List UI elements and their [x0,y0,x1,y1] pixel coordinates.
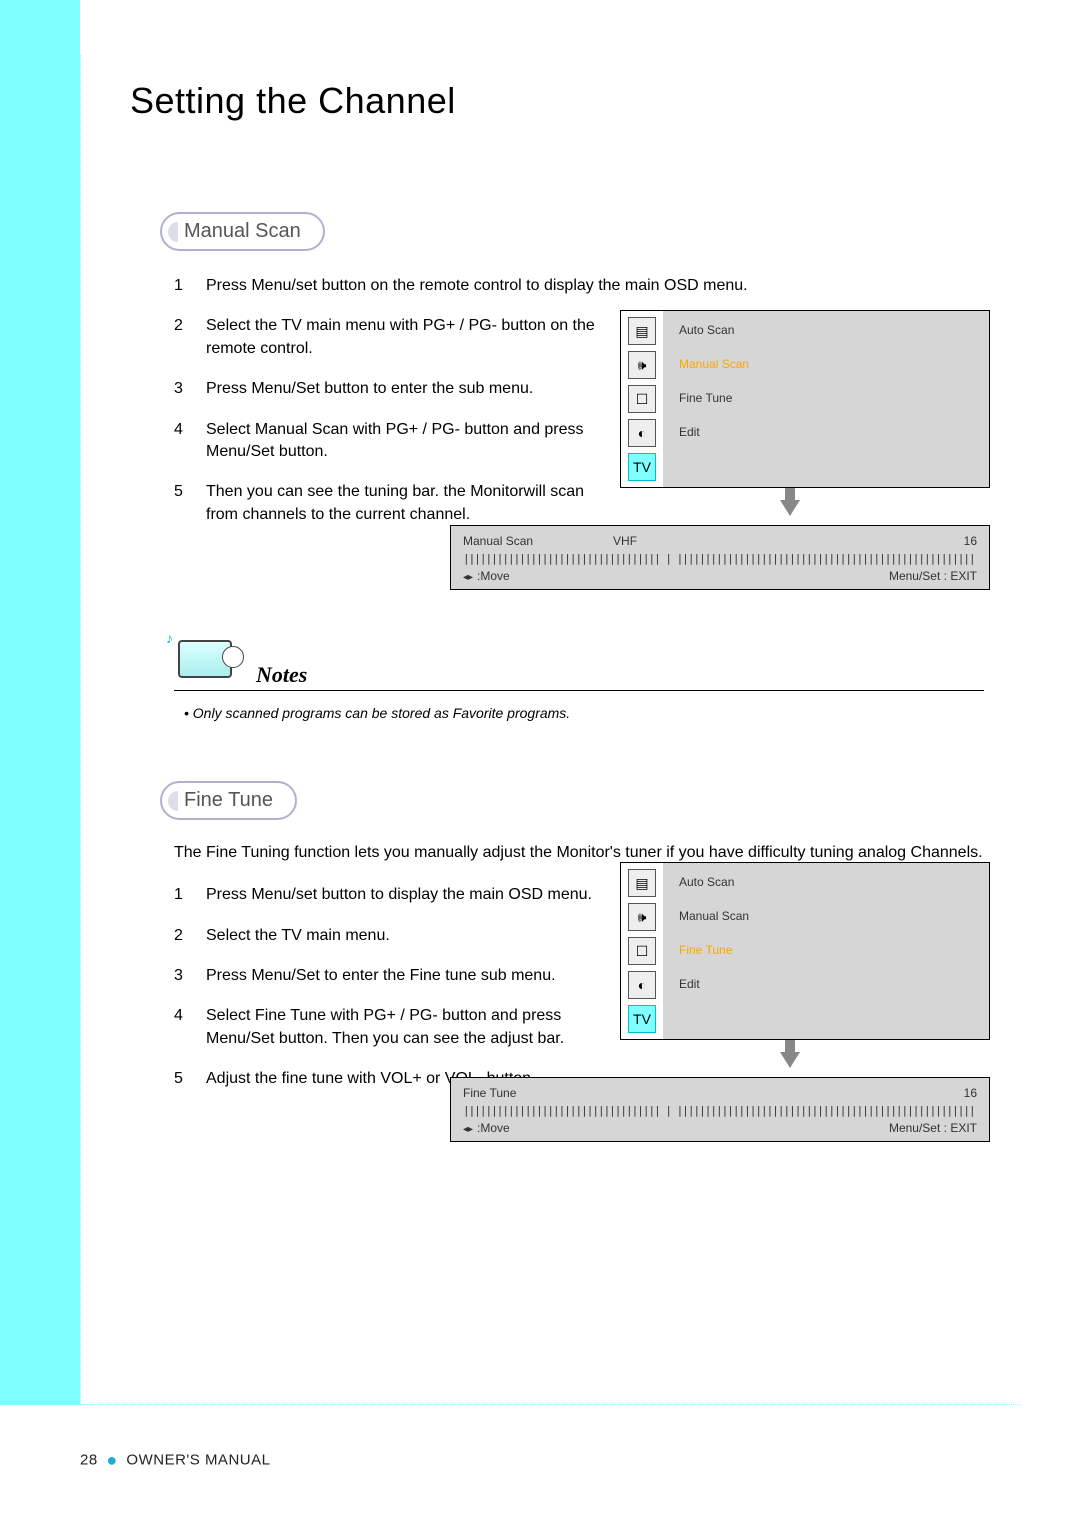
step-text: Press Menu/Set button to enter the sub m… [206,378,533,400]
step-item: 4 Select Manual Scan with PG+ / PG- butto… [174,419,604,464]
status-label: Fine Tune [463,1086,516,1100]
tuning-scale: ||||||||||||||||||||||||||||||||||| | ||… [463,1104,977,1117]
step-number: 3 [174,378,188,400]
caption-icon: ☐ [628,385,656,413]
step-item: 4 Select Fine Tune with PG+ / PG- button … [174,1005,604,1050]
osd-item-highlighted: Manual Scan [679,357,973,371]
step-number: 2 [174,925,188,947]
step-item: 3 Press Menu/Set to enter the Fine tune s… [174,965,604,987]
fine-tune-steps: 1 Press Menu/set button to display the ma… [174,884,604,1090]
fine-tune-intro: The Fine Tuning function lets you manual… [174,844,994,862]
step-item: 5 Then you can see the tuning bar. the Mo… [174,481,604,526]
step-number: 4 [174,1005,188,1050]
notes-title: Notes [256,662,307,688]
osd-item-highlighted: Fine Tune [679,943,973,957]
page-content: Setting the Channel Manual Scan 1 Press M… [130,80,1000,1108]
step-item: 1 Press Menu/set button on the remote con… [174,275,994,297]
step-text: Select Fine Tune with PG+ / PG- button a… [206,1005,604,1050]
sound-icon: 🕪 [628,351,656,379]
status-label: Manual Scan [463,534,533,548]
status-hint-row: ◂▸ :Move Menu/Set : EXIT [463,569,977,583]
step-item: 3 Press Menu/Set button to enter the sub … [174,378,604,400]
move-hint: ◂▸ :Move [463,569,510,583]
tv-icon: TV [628,453,656,481]
step-number: 3 [174,965,188,987]
caption-icon: ☐ [628,937,656,965]
status-hint-row: ◂▸ :Move Menu/Set : EXIT [463,1121,977,1135]
osd-menu-fine-tune: ▤ 🕪 ☐ ◐ TV Auto Scan Manual Scan Fine Tu… [620,862,990,1040]
step-text: Press Menu/set button to display the mai… [206,884,592,906]
status-bar-fine-tune: Fine Tune 16 |||||||||||||||||||||||||||… [450,1077,990,1142]
osd-item-list: Auto Scan Manual Scan Fine Tune Edit [663,311,989,487]
arrow-down-icon [780,500,800,516]
move-label: :Move [477,1121,510,1135]
left-right-arrows-icon: ◂▸ [463,1124,473,1135]
step-number: 5 [174,1068,188,1090]
page-number: 28 [80,1451,98,1468]
status-value: 16 [964,534,977,548]
step-number: 5 [174,481,188,526]
step-text: Then you can see the tuning bar. the Mon… [206,481,604,526]
osd-icon-column: ▤ 🕪 ☐ ◐ TV [621,863,663,1039]
osd-item: Fine Tune [679,391,973,405]
picture-icon: ▤ [628,869,656,897]
osd-item: Edit [679,977,973,991]
time-icon: ◐ [628,419,656,447]
osd-item: Edit [679,425,973,439]
page-sidebar [0,0,80,1405]
step-text: Press Menu/set button on the remote cont… [206,275,748,297]
notes-header: ♪ Notes [174,636,984,691]
tv-mascot-icon: ♪ [174,636,244,688]
exit-hint: Menu/Set : EXIT [889,1121,977,1135]
step-text: Press Menu/Set to enter the Fine tune su… [206,965,556,987]
step-item: 2 Select the TV main menu. [174,925,604,947]
manual-scan-steps: 1 Press Menu/set button on the remote con… [174,275,994,297]
footer-label: OWNER'S MANUAL [126,1451,270,1468]
osd-item-list: Auto Scan Manual Scan Fine Tune Edit [663,863,989,1039]
move-hint: ◂▸ :Move [463,1121,510,1135]
step-number: 1 [174,275,188,297]
manual-scan-steps-cont: 2 Select the TV main menu with PG+ / PG- … [174,315,604,526]
section-heading-manual-scan: Manual Scan [160,212,325,251]
left-right-arrows-icon: ◂▸ [463,572,473,583]
time-icon: ◐ [628,971,656,999]
arrow-down-icon [780,1052,800,1068]
tuning-scale: ||||||||||||||||||||||||||||||||||| | ||… [463,552,977,565]
status-row: Fine Tune 16 [463,1086,977,1100]
step-item: 1 Press Menu/set button to display the ma… [174,884,604,906]
page-title: Setting the Channel [130,80,1000,122]
page-footer: 28 ● OWNER'S MANUAL [80,1450,270,1471]
osd-item: Auto Scan [679,875,973,889]
sound-icon: 🕪 [628,903,656,931]
picture-icon: ▤ [628,317,656,345]
tv-icon: TV [628,1005,656,1033]
osd-icon-column: ▤ 🕪 ☐ ◐ TV [621,311,663,487]
exit-hint: Menu/Set : EXIT [889,569,977,583]
section-heading-fine-tune: Fine Tune [160,781,297,820]
status-band: VHF [613,534,637,548]
osd-item: Auto Scan [679,323,973,337]
step-number: 2 [174,315,188,360]
notes-text: • Only scanned programs can be stored as… [184,705,984,721]
step-text: Select the TV main menu. [206,925,390,947]
notes-section: ♪ Notes • Only scanned programs can be s… [174,636,984,721]
music-note-icon: ♪ [166,630,173,646]
status-row: Manual Scan VHF 16 [463,534,977,548]
move-label: :Move [477,569,510,583]
step-number: 1 [174,884,188,906]
status-value: 16 [964,1086,977,1100]
bullet-icon: ● [106,1450,117,1470]
step-text: Select Manual Scan with PG+ / PG- button… [206,419,604,464]
osd-item: Manual Scan [679,909,973,923]
step-text: Select the TV main menu with PG+ / PG- b… [206,315,604,360]
osd-menu-manual-scan: ▤ 🕪 ☐ ◐ TV Auto Scan Manual Scan Fine Tu… [620,310,990,488]
step-number: 4 [174,419,188,464]
status-bar-manual-scan: Manual Scan VHF 16 |||||||||||||||||||||… [450,525,990,590]
step-item: 2 Select the TV main menu with PG+ / PG- … [174,315,604,360]
